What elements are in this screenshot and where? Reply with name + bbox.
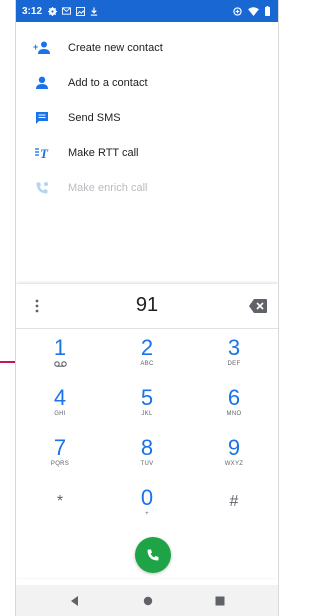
dialed-digits[interactable]: 91 <box>66 294 228 317</box>
key-hash[interactable]: # <box>194 486 274 526</box>
create-new-contact-button[interactable]: + Create new contact <box>16 30 278 65</box>
add-to-contact-button[interactable]: Add to a contact <box>16 65 278 100</box>
key-6[interactable]: 6 MNO <box>194 386 274 426</box>
call-button[interactable] <box>135 537 171 573</box>
key-3[interactable]: 3 DEF <box>194 336 274 376</box>
digits-divider <box>16 328 278 329</box>
make-enrich-call-button[interactable]: Make enrich call <box>16 170 278 205</box>
backspace-icon[interactable] <box>248 298 268 314</box>
battery-icon <box>265 6 270 16</box>
mail-icon <box>62 7 72 15</box>
send-sms-label: Send SMS <box>68 111 121 124</box>
digits-row: 91 <box>16 284 278 328</box>
home-icon[interactable] <box>141 594 155 608</box>
key-3-letters: DEF <box>227 361 241 367</box>
key-2[interactable]: 2 ABC <box>107 336 187 376</box>
key-2-digit: 2 <box>140 335 154 360</box>
key-6-letters: MNO <box>226 411 242 417</box>
key-0-letters: + <box>145 511 149 517</box>
key-9-digit: 9 <box>227 435 241 460</box>
key-3-digit: 3 <box>227 335 241 360</box>
svg-text:+: + <box>33 42 38 52</box>
key-6-digit: 6 <box>227 385 241 410</box>
enrich-call-icon <box>33 179 51 197</box>
key-hash-digit: # <box>229 493 239 510</box>
data-saver-icon <box>233 6 242 16</box>
person-icon <box>33 74 51 92</box>
key-9[interactable]: 9 WXYZ <box>194 436 274 476</box>
key-star-digit: * <box>56 493 64 510</box>
key-5-digit: 5 <box>140 385 154 410</box>
key-0[interactable]: 0 + <box>107 486 187 526</box>
create-new-contact-label: Create new contact <box>68 41 163 54</box>
svg-text:T: T <box>40 146 49 160</box>
status-time: 3:12 <box>22 5 43 17</box>
key-star[interactable]: * <box>20 486 100 526</box>
status-bar: 3:12 <box>16 0 278 22</box>
phone-screen: 3:12 + Create new contact Add to a conta… <box>15 0 279 616</box>
key-2-letters: ABC <box>140 361 154 367</box>
voicemail-icon <box>53 361 67 367</box>
key-7[interactable]: 7 PQRS <box>20 436 100 476</box>
dialpad-panel: 91 1 2 ABC 3 DEF 4 GHI 5 JKL 6 MNO 7 PQR… <box>16 284 278 578</box>
key-8[interactable]: 8 TUV <box>107 436 187 476</box>
dial-action-list: + Create new contact Add to a contact Se… <box>16 30 278 205</box>
back-icon[interactable] <box>68 594 82 608</box>
gear-icon <box>48 6 58 16</box>
key-7-digit: 7 <box>53 435 67 460</box>
key-9-letters: WXYZ <box>224 461 244 467</box>
download-icon <box>90 6 98 16</box>
rtt-icon: T <box>33 144 51 162</box>
key-4-letters: GHI <box>54 411 66 417</box>
send-sms-button[interactable]: Send SMS <box>16 100 278 135</box>
add-person-icon: + <box>33 39 51 57</box>
key-5-letters: JKL <box>141 411 153 417</box>
make-rtt-call-button[interactable]: T Make RTT call <box>16 135 278 170</box>
more-options-icon[interactable] <box>30 298 44 314</box>
recents-icon[interactable] <box>213 594 227 608</box>
key-8-digit: 8 <box>140 435 154 460</box>
key-4-digit: 4 <box>53 385 67 410</box>
wifi-icon <box>248 6 259 16</box>
key-8-letters: TUV <box>140 461 154 467</box>
key-7-letters: PQRS <box>50 461 70 467</box>
key-4[interactable]: 4 GHI <box>20 386 100 426</box>
key-1[interactable]: 1 <box>20 336 100 376</box>
make-enrich-call-label: Make enrich call <box>68 181 148 194</box>
add-to-contact-label: Add to a contact <box>68 76 148 89</box>
key-5[interactable]: 5 JKL <box>107 386 187 426</box>
message-icon <box>33 109 51 127</box>
navigation-bar <box>16 585 278 616</box>
make-rtt-call-label: Make RTT call <box>68 146 139 159</box>
image-icon <box>76 6 86 16</box>
key-1-digit: 1 <box>53 335 67 360</box>
phone-icon <box>147 549 159 561</box>
key-0-digit: 0 <box>140 485 154 510</box>
